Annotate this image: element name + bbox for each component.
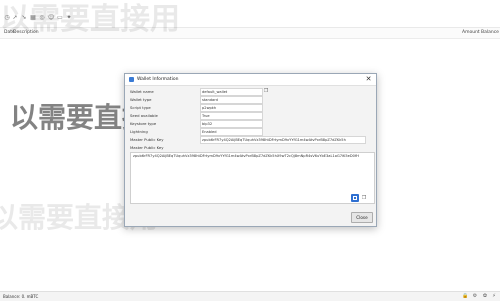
addresses-icon[interactable]: ▦	[30, 15, 36, 21]
dialog-titlebar: Wallet Information ✕	[125, 74, 376, 86]
history-column-header: Date Description Amount Balance	[0, 28, 500, 39]
coins-icon[interactable]: ◎	[39, 15, 45, 21]
tab-toolbar: ◷ ➚ ➘ ▦ ◎ ☺ ▭ ✦	[0, 0, 500, 28]
send-icon[interactable]: ➚	[12, 15, 18, 21]
info-label: Keystore type	[130, 121, 157, 126]
lock-icon[interactable]: 🔒	[462, 293, 468, 299]
close-button[interactable]: Close	[351, 212, 373, 223]
console-icon[interactable]: ▭	[57, 15, 63, 21]
settings-icon[interactable]: ⚙	[472, 293, 478, 299]
seed-icon[interactable]: ✿	[482, 293, 488, 299]
info-label: Master Public Key	[130, 137, 164, 142]
info-value[interactable]: p2wpkh	[200, 104, 263, 112]
info-label: Wallet type	[130, 97, 152, 102]
close-icon[interactable]: ✕	[365, 76, 372, 83]
col-description[interactable]: Description	[13, 30, 39, 35]
qr-code-icon[interactable]	[351, 194, 359, 202]
history-icon[interactable]: ◷	[4, 15, 10, 21]
dialog-title: Wallet Information	[137, 77, 179, 82]
info-row: Lightning Enabled	[130, 128, 370, 136]
lightning-icon[interactable]: ⚡	[491, 293, 497, 299]
info-label: Wallet name	[130, 89, 154, 94]
channels-icon[interactable]: ✦	[66, 15, 72, 21]
copy-icon[interactable]: ❐	[263, 88, 269, 94]
wallet-information-dialog: Wallet Information ✕ Wallet name default…	[124, 73, 377, 227]
info-row: Seed available True	[130, 112, 370, 120]
info-row: Wallet type standard	[130, 96, 370, 104]
col-amount[interactable]: Amount	[462, 30, 480, 35]
info-label: Script type	[130, 105, 151, 110]
info-value[interactable]: default_wallet	[200, 88, 263, 96]
receive-icon[interactable]: ➘	[21, 15, 27, 21]
info-value[interactable]: standard	[200, 96, 263, 104]
info-value[interactable]: bip32	[200, 120, 263, 128]
app-icon	[129, 77, 134, 82]
info-label: Lightning	[130, 129, 148, 134]
info-value[interactable]: zpub6rFR7y4Q2AijBEqTUquhVz398htDFrtymD9x…	[200, 136, 366, 144]
info-value[interactable]: True	[200, 112, 263, 120]
col-balance[interactable]: Balance	[481, 30, 499, 35]
contacts-icon[interactable]: ☺	[48, 15, 54, 21]
mpk-section-label: Master Public Key	[130, 145, 164, 150]
copy-icon[interactable]: ❐	[361, 195, 367, 201]
mpk-textarea[interactable]: zpub6rFR7y4Q2AijBEqTUquhVz398htDFrtymD9x…	[130, 152, 375, 204]
info-row: Script type p2wpkh	[130, 104, 370, 112]
info-row: Wallet name default_wallet ❐	[130, 88, 370, 96]
balance-status: Balance: 0. mBTC	[3, 294, 39, 299]
info-value[interactable]: Enabled	[200, 128, 263, 136]
info-row: Master Public Key zpub6rFR7y4Q2AijBEqTUq…	[130, 136, 370, 144]
info-row: Keystore type bip32	[130, 120, 370, 128]
info-label: Seed available	[130, 113, 158, 118]
